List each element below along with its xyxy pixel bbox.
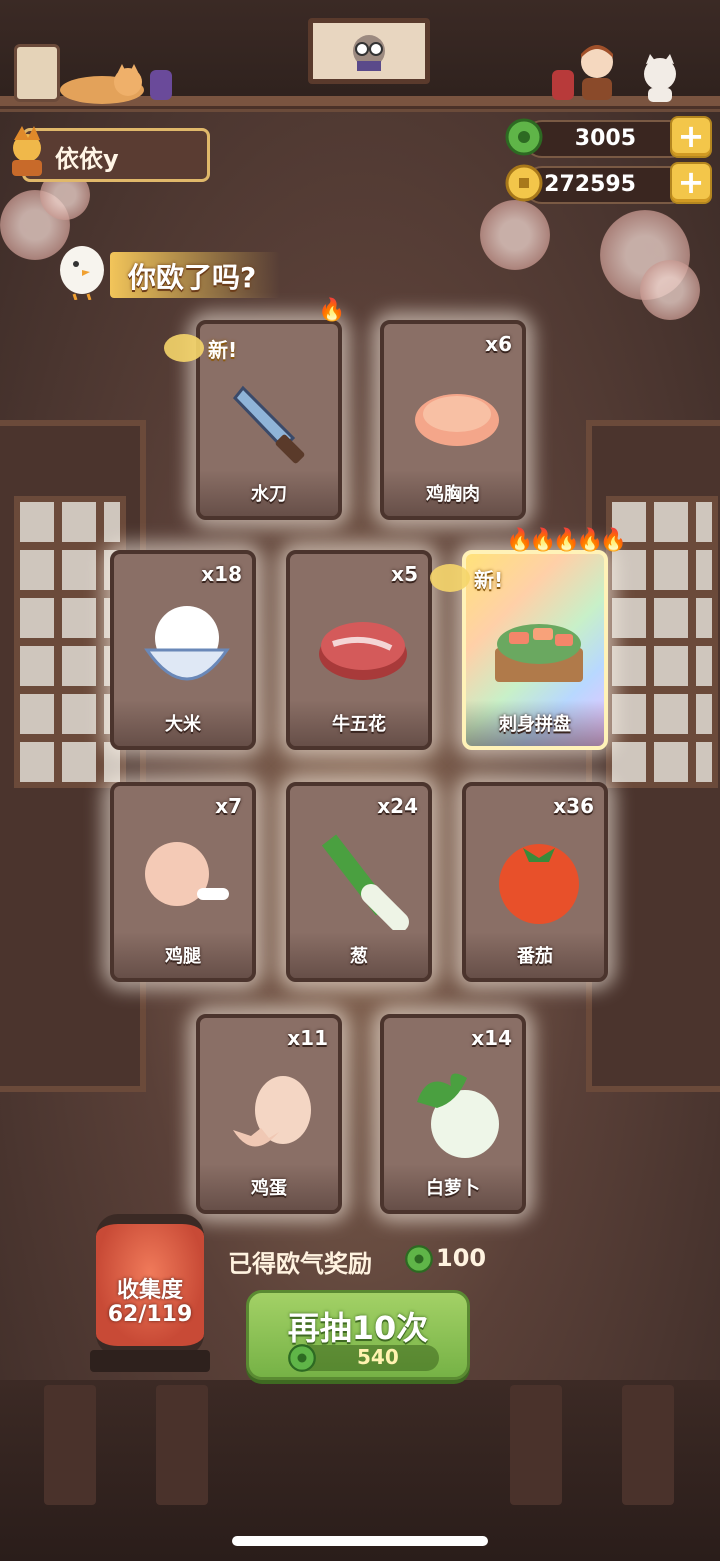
fence-post	[156, 1385, 208, 1505]
item-card[interactable]: x5 牛五花	[286, 550, 432, 750]
reward-label: 已得欧气奖励	[228, 1250, 372, 1278]
item-name: 大米	[165, 714, 201, 735]
home-indicator[interactable]	[232, 1536, 488, 1546]
item-count: x36	[553, 794, 594, 818]
new-badge: 新!	[474, 568, 504, 592]
new-wing-icon	[164, 334, 204, 362]
water-knife-icon	[233, 385, 305, 464]
reward-amount: 100	[436, 1244, 487, 1272]
item-count: x5	[391, 562, 418, 586]
hanging-portrait	[308, 18, 430, 84]
draw-again-button[interactable]: 再抽10次 540	[246, 1290, 470, 1380]
raccoon-chef-icon	[353, 35, 385, 71]
red-jar-icon	[552, 70, 574, 100]
scallion-icon	[321, 834, 409, 930]
item-card[interactable]: x11 鸡蛋	[196, 1014, 342, 1214]
floor	[0, 1380, 720, 1561]
item-name: 鸡腿	[165, 946, 201, 967]
item-card[interactable]: x18 大米	[110, 550, 256, 750]
wall-scroll-icon	[14, 44, 60, 102]
new-wing-icon	[430, 564, 470, 592]
jade-coin-icon	[405, 1245, 433, 1273]
fence-post	[44, 1385, 96, 1505]
chef-character-icon	[581, 45, 613, 100]
jade-currency-bar: 3005	[505, 118, 688, 158]
player-name: 依依y	[55, 145, 119, 173]
item-name: 牛五花	[332, 714, 386, 735]
item-count: x18	[201, 562, 242, 586]
jade-coin-icon	[288, 1344, 316, 1372]
item-count: x24	[377, 794, 418, 818]
item-count: x7	[215, 794, 242, 818]
item-card[interactable]: x24 葱	[286, 782, 432, 982]
collection-lantern[interactable]: 收集度 62/119	[96, 1214, 204, 1356]
rice-bowl-icon	[144, 606, 230, 681]
blossom-decor	[640, 260, 700, 320]
result-title: 你欧了吗?	[128, 261, 257, 294]
chick-mascot-icon	[60, 246, 104, 300]
item-name: 鸡蛋	[251, 1178, 287, 1199]
chicken-breast-icon	[415, 394, 499, 446]
new-badge: 新!	[208, 338, 238, 362]
blossom-decor	[480, 200, 550, 270]
fence-post	[510, 1385, 562, 1505]
item-name: 鸡胸肉	[426, 484, 480, 505]
item-card[interactable]: x6 鸡胸肉	[380, 320, 526, 520]
fence-post	[622, 1385, 674, 1505]
collection-progress: 62/119	[107, 1302, 193, 1327]
player-name-bar[interactable]: 依依y	[22, 128, 210, 182]
item-card[interactable]: x14 白萝卜	[380, 1014, 526, 1214]
item-count: x6	[485, 332, 512, 356]
chicken-leg-icon	[145, 842, 229, 906]
beef-brisket-icon	[319, 622, 407, 680]
draw-cost: 540	[357, 1345, 399, 1369]
rarity-flame-icon: 🔥	[318, 298, 345, 323]
player-avatar-icon[interactable]	[4, 122, 50, 178]
tomato-icon	[499, 844, 579, 924]
item-name: 水刀	[251, 484, 287, 505]
jade-coin-icon	[505, 118, 543, 156]
rarity-flame-icon: 🔥🔥🔥🔥🔥	[506, 528, 627, 553]
lantern-stand	[90, 1350, 210, 1372]
item-name: 番茄	[517, 946, 553, 967]
add-jade-button[interactable]: +	[670, 116, 712, 158]
purple-jar-icon	[150, 70, 172, 100]
add-gold-button[interactable]: +	[670, 162, 712, 204]
item-card[interactable]: x7 鸡腿	[110, 782, 256, 982]
egg-icon	[233, 1076, 311, 1147]
jade-amount: 3005	[574, 126, 636, 151]
white-cat-icon	[644, 54, 676, 102]
gold-coin-icon	[505, 164, 543, 202]
collection-label: 收集度	[116, 1278, 183, 1303]
gold-currency-bar: 272595	[505, 164, 688, 204]
item-count: x11	[287, 1026, 328, 1050]
item-name: 白萝卜	[426, 1178, 480, 1199]
sashimi-platter-icon	[495, 624, 583, 682]
gold-amount: 272595	[544, 172, 636, 197]
item-name: 葱	[350, 946, 368, 967]
item-card[interactable]: x36 番茄	[462, 782, 608, 982]
daikon-icon	[417, 1073, 499, 1158]
left-door-panel	[0, 420, 146, 1092]
right-door-panel	[586, 420, 720, 1092]
draw-again-label: 再抽10次	[287, 1309, 429, 1347]
item-name: 刺身拼盘	[499, 714, 571, 735]
sleeping-cat-icon	[60, 64, 144, 104]
item-count: x14	[471, 1026, 512, 1050]
